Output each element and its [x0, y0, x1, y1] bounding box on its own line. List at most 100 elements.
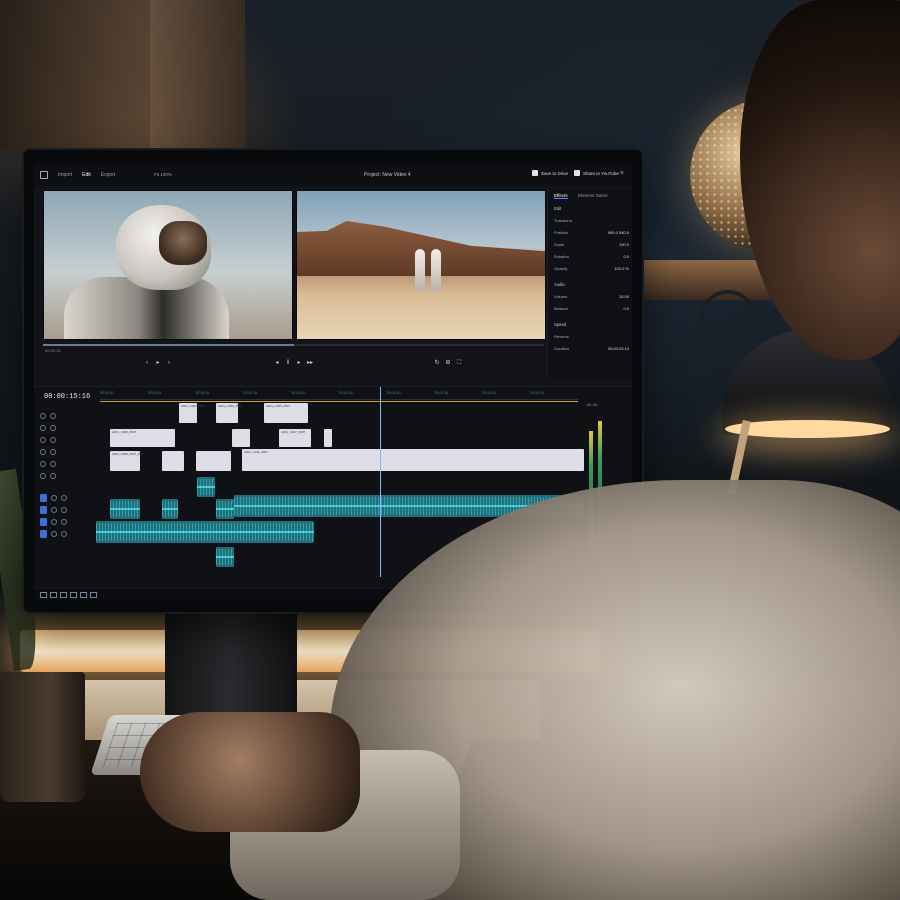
mute-icon[interactable] [51, 519, 57, 525]
eye-icon[interactable] [40, 437, 46, 443]
rewind-icon[interactable]: ◂ [274, 360, 280, 366]
settings-icon[interactable]: ⚙ [445, 360, 451, 366]
audio-track-badge[interactable] [40, 494, 47, 502]
home-icon[interactable] [40, 171, 48, 179]
video-clip[interactable]: A001_C004_0507 [216, 403, 242, 423]
save-to-drive-button[interactable]: Save to Drive [532, 170, 568, 176]
ruler-tick: 00:00:15 [243, 391, 258, 395]
folder-icon[interactable] [50, 592, 57, 598]
inspector-row[interactable]: Scale 100.0 [554, 242, 629, 247]
step-back-icon[interactable]: ‹ [144, 360, 150, 366]
share-youtube-button[interactable]: Share to YouTube [574, 170, 619, 176]
row-label: Volume [554, 294, 568, 299]
audio-clip[interactable] [96, 521, 314, 543]
eye-icon[interactable] [40, 473, 46, 479]
inspector-row[interactable]: Rotation 0.0 [554, 254, 629, 259]
mute-icon[interactable] [51, 531, 57, 537]
video-clip[interactable]: A001_C008_0507_001 [110, 451, 143, 471]
lock-icon[interactable] [50, 437, 56, 443]
video-clip[interactable]: A001_C005_0507 [264, 403, 308, 423]
track-header[interactable] [40, 413, 95, 419]
zoom-level[interactable]: Fit 100% [154, 172, 172, 177]
inspector-row[interactable]: Volume 15.00 [554, 294, 629, 299]
lock-icon[interactable] [50, 413, 56, 419]
row-value: 960.0 540.0 [607, 230, 629, 235]
step-forward-icon[interactable]: › [166, 360, 172, 366]
track-header[interactable] [40, 461, 95, 467]
track-header[interactable] [40, 425, 95, 431]
play-icon[interactable]: ▸ [296, 360, 302, 366]
inspector-row[interactable]: Opacity 100.0 % [554, 266, 629, 271]
audio-track-header[interactable] [40, 518, 95, 526]
tab-edit[interactable]: Edit [82, 172, 91, 178]
eye-icon[interactable] [40, 413, 46, 419]
track-header[interactable] [40, 437, 95, 443]
audio-track-header[interactable] [40, 494, 95, 502]
audio-clip[interactable] [162, 499, 178, 519]
tab-export[interactable]: Export [101, 172, 115, 178]
track-header[interactable] [40, 449, 95, 455]
inspector-row[interactable]: Balance 0.0 [554, 306, 629, 311]
ruler-tick: 00:00:40 [482, 391, 497, 395]
audio-track-badge[interactable] [40, 506, 47, 514]
track-header[interactable] [40, 473, 95, 479]
play-icon[interactable]: ▸ [155, 360, 161, 366]
text-icon[interactable] [60, 592, 67, 598]
inspector-row[interactable]: Reverse [554, 334, 629, 339]
fast-forward-icon[interactable]: ▸▸ [307, 360, 313, 366]
project-title: Project: New Video 4 [364, 172, 411, 178]
video-clip[interactable]: A001_C003_0507 [179, 403, 205, 423]
eye-icon[interactable] [40, 425, 46, 431]
lock-icon[interactable] [50, 473, 56, 479]
audio-clip[interactable] [216, 547, 234, 567]
video-clip[interactable] [196, 451, 231, 471]
timeline-ruler[interactable]: 00:00:00 00:00:05 00:00:10 00:00:15 00:00:20… [100, 391, 578, 400]
video-clip[interactable] [162, 451, 184, 471]
close-icon[interactable]: × [620, 170, 624, 177]
tab-effects[interactable]: Effects [554, 193, 568, 199]
loop-icon[interactable]: ↻ [434, 360, 440, 366]
lock-icon[interactable] [50, 425, 56, 431]
solo-icon[interactable] [61, 519, 67, 525]
solo-icon[interactable] [61, 507, 67, 513]
viewer-scrubber[interactable] [43, 344, 544, 346]
video-clip[interactable]: A001_C007_0507 [279, 429, 311, 447]
lock-icon[interactable] [50, 449, 56, 455]
media-icon[interactable] [40, 592, 47, 598]
source-viewer[interactable] [43, 190, 293, 340]
section-edit: Edit [554, 206, 562, 211]
video-clip[interactable]: A001_C006_0507 [110, 429, 175, 447]
viewer-tools: ↻ ⚙ ⛶ [434, 360, 462, 366]
video-clip[interactable] [324, 429, 332, 447]
audio-track-badge[interactable] [40, 518, 47, 526]
eye-icon[interactable] [40, 449, 46, 455]
solo-icon[interactable] [61, 495, 67, 501]
fullscreen-icon[interactable]: ⛶ [456, 360, 462, 366]
audio-clip[interactable] [216, 499, 234, 519]
tab-element-name[interactable]: Element Name [578, 193, 608, 198]
effects-icon[interactable] [90, 592, 97, 598]
inspector-row[interactable]: Duration 00:00:29:10 [554, 346, 629, 351]
inspector-row[interactable]: Position 960.0 540.0 [554, 230, 629, 235]
audio-track-header[interactable] [40, 506, 95, 514]
music-icon[interactable] [70, 592, 77, 598]
transitions-icon[interactable] [80, 592, 87, 598]
work-area-bar[interactable] [100, 401, 578, 402]
audio-clip[interactable] [197, 477, 215, 497]
solo-icon[interactable] [61, 531, 67, 537]
row-label: Position [554, 230, 569, 235]
video-clip[interactable] [232, 429, 250, 447]
tab-import[interactable]: Import [58, 172, 72, 178]
program-viewer[interactable] [296, 190, 546, 340]
eye-icon[interactable] [40, 461, 46, 467]
pause-icon[interactable]: ‖ [285, 360, 291, 366]
video-clip[interactable]: A001_C011_0507 [242, 449, 584, 471]
audio-clip[interactable] [110, 499, 140, 519]
audio-track-badge[interactable] [40, 530, 47, 538]
lock-icon[interactable] [50, 461, 56, 467]
inspector-row[interactable]: Transform [554, 218, 629, 223]
mute-icon[interactable] [51, 507, 57, 513]
mute-icon[interactable] [51, 495, 57, 501]
audio-track-header[interactable] [40, 530, 95, 538]
playhead[interactable] [380, 387, 381, 577]
